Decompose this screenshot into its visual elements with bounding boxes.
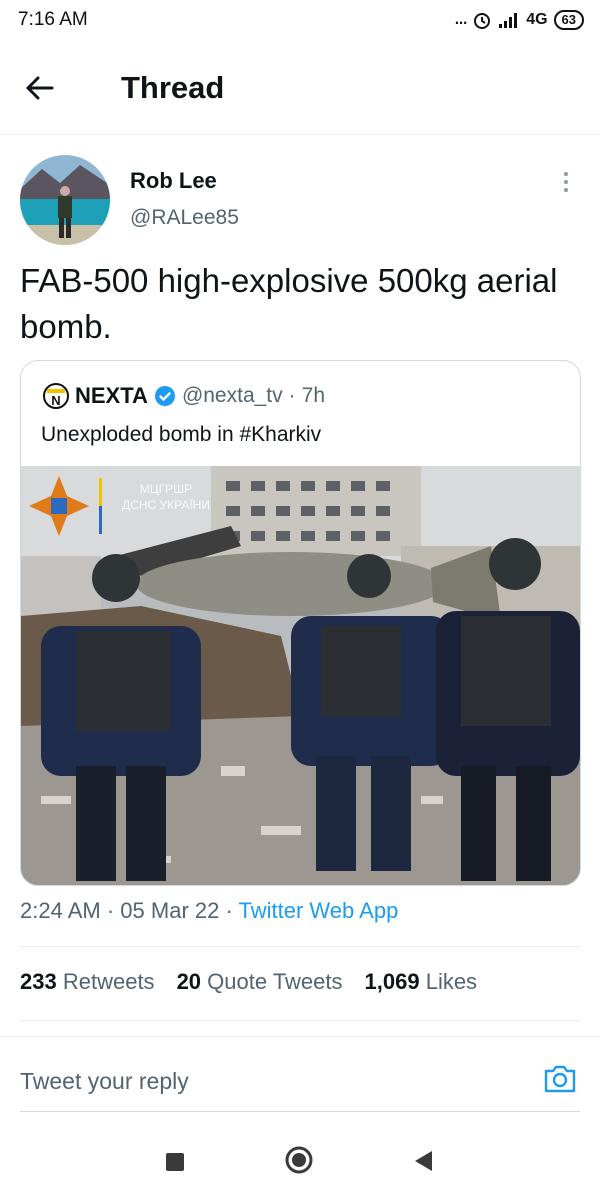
quoted-tweet-age: 7h [301, 384, 326, 407]
meta-separator: · [288, 384, 296, 407]
status-time: 7:16 AM [18, 9, 88, 30]
watermark-line-2: ДСНС УКРАЇНИ [122, 498, 210, 512]
watermark-line-1: МЦГРШР [140, 482, 192, 496]
photo-rescue-workers-with-bomb: МЦГРШР ДСНС УКРАЇНИ [21, 466, 580, 885]
triangle-back-icon [415, 1151, 432, 1171]
alarm-icon [474, 13, 491, 29]
home-circle-icon [285, 1146, 313, 1174]
notification-dots: ... [453, 4, 468, 29]
status-icons: ... 4G 63 [453, 4, 584, 32]
tweet-time[interactable]: 2:24 AM [20, 898, 101, 923]
quote-tweets-stat[interactable]: 20 Quote Tweets [177, 969, 343, 995]
quoted-tweet-text: Unexploded bomb in #Kharkiv [41, 423, 322, 446]
quoted-author-name: NEXTA [75, 383, 148, 408]
camera-button[interactable] [542, 1061, 578, 1097]
system-nav-bar [0, 1125, 600, 1200]
nexta-logo-icon: N [43, 383, 69, 409]
avatar[interactable] [20, 155, 110, 245]
quote-tweets-label: Quote Tweets [207, 969, 343, 994]
retweets-label: Retweets [62, 969, 155, 994]
divider [20, 946, 580, 947]
camera-icon [544, 1065, 576, 1093]
quoted-author-handle: @nexta_tv [181, 384, 283, 407]
status-bar: 7:16 AM ... 4G 63 [0, 0, 600, 44]
meta-separator: · [225, 898, 233, 923]
quote-tweets-count: 20 [176, 969, 202, 994]
likes-stat[interactable]: 1,069 Likes [365, 969, 478, 995]
quoted-tweet-header: N NEXTA @nexta_tv · 7h [43, 381, 325, 411]
more-options-button[interactable] [556, 170, 576, 196]
back-button[interactable] [24, 72, 68, 108]
tweet-timestamp-line: 2:24 AM · 05 Mar 22 · Twitter Web App [20, 898, 398, 924]
divider [20, 1111, 580, 1112]
retweets-count: 233 [20, 969, 57, 994]
system-back-button[interactable] [412, 1149, 434, 1173]
battery-indicator: 63 [553, 10, 584, 30]
author-handle[interactable]: @RALee85 [130, 206, 239, 230]
divider [20, 1020, 580, 1021]
page-title: Thread [121, 70, 225, 105]
nexta-logo-letter: N [51, 393, 60, 408]
avatar-image [20, 155, 110, 245]
home-button[interactable] [285, 1146, 313, 1174]
reply-input[interactable] [20, 1065, 500, 1097]
signal-icon [499, 13, 518, 28]
network-type: 4G [526, 11, 548, 28]
tweet-source-link[interactable]: Twitter Web App [239, 898, 399, 923]
reply-bar [0, 1036, 600, 1113]
retweets-stat[interactable]: 233 Retweets [20, 969, 155, 995]
tweet-text: FAB-500 high-explosive 500kg aerial bomb… [20, 262, 558, 345]
arrow-left-icon [26, 76, 54, 100]
quoted-tweet-image[interactable]: МЦГРШР ДСНС УКРАЇНИ [21, 466, 580, 885]
tweet-date[interactable]: 05 Mar 22 [120, 898, 219, 923]
tweet-stats: 233 Retweets 20 Quote Tweets 1,069 Likes [20, 969, 477, 995]
author-name[interactable]: Rob Lee [130, 168, 217, 194]
recent-apps-button[interactable] [166, 1153, 184, 1171]
likes-count: 1,069 [364, 969, 420, 994]
verified-badge-icon [154, 386, 175, 406]
quoted-tweet[interactable]: N NEXTA @nexta_tv · 7h Unexploded bomb i… [20, 360, 581, 886]
thread-header: Thread [0, 44, 600, 135]
meta-separator: · [106, 898, 115, 923]
likes-label: Likes [425, 969, 478, 994]
more-vertical-icon [564, 172, 568, 192]
